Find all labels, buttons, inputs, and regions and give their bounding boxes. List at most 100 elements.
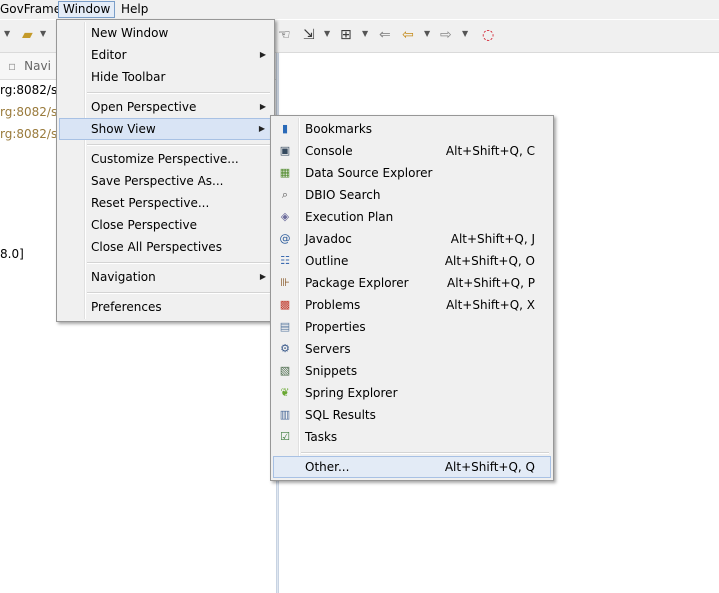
menu-item-hide-toolbar[interactable]: Hide Toolbar bbox=[59, 66, 272, 88]
submenu-arrow-icon: ▶ bbox=[259, 102, 266, 111]
menu-help[interactable]: Help bbox=[117, 1, 152, 18]
view-label: Other... bbox=[305, 460, 350, 474]
navigator-tab[interactable]: ▫ Navi bbox=[8, 59, 51, 73]
menu-separator bbox=[87, 144, 270, 146]
outline-icon: ☷ bbox=[280, 254, 290, 267]
view-package-explorer[interactable]: ⊪ Package Explorer Alt+Shift+Q, P bbox=[273, 272, 551, 294]
view-label: Problems bbox=[305, 298, 361, 312]
menu-item-label: Reset Perspective... bbox=[91, 196, 210, 210]
data-source-explorer-icon: ▦ bbox=[279, 166, 291, 179]
view-dbio-search[interactable]: ⌕ DBIO Search bbox=[273, 184, 551, 206]
window-menu: New Window Editor ▶ Hide Toolbar Open Per… bbox=[56, 19, 275, 322]
view-shortcut: Alt+Shift+Q, O bbox=[444, 254, 535, 268]
menu-item-navigation[interactable]: Navigation ▶ bbox=[59, 266, 272, 288]
view-label: Snippets bbox=[305, 364, 358, 378]
menu-item-label: New Window bbox=[91, 26, 169, 40]
left-pane-line: 8.0] bbox=[0, 247, 24, 261]
view-execution-plan[interactable]: ◈ Execution Plan bbox=[273, 206, 551, 228]
view-javadoc[interactable]: @ Javadoc Alt+Shift+Q, J bbox=[273, 228, 551, 250]
bookmarks-icon: ▮ bbox=[281, 122, 289, 135]
dropdown-arrow-icon[interactable]: ▼ bbox=[40, 29, 46, 38]
view-label: Properties bbox=[305, 320, 366, 334]
view-shortcut: Alt+Shift+Q, Q bbox=[444, 460, 535, 474]
back-arrow-icon[interactable]: ⇦ bbox=[402, 26, 414, 44]
menu-item-close-perspective[interactable]: Close Perspective bbox=[59, 214, 272, 236]
properties-icon: ▤ bbox=[279, 320, 291, 333]
menu-item-preferences[interactable]: Preferences bbox=[59, 296, 272, 318]
pin-icon[interactable]: ⊞ bbox=[340, 26, 352, 44]
menu-bar: GovFrame Window Help bbox=[0, 0, 719, 19]
view-shortcut: Alt+Shift+Q, J bbox=[450, 232, 535, 246]
dropdown-arrow-icon[interactable]: ▼ bbox=[424, 29, 430, 38]
menu-item-label: Close All Perspectives bbox=[91, 240, 222, 254]
menu-item-show-view[interactable]: Show View ▶ bbox=[59, 118, 272, 140]
submenu-arrow-icon: ▶ bbox=[259, 272, 266, 281]
execution-plan-icon: ◈ bbox=[280, 210, 290, 223]
loading-spinner-icon[interactable]: ◌ bbox=[482, 26, 494, 44]
menu-separator bbox=[87, 292, 270, 294]
view-sql-results[interactable]: ▥ SQL Results bbox=[273, 404, 551, 426]
view-console[interactable]: ▣ Console Alt+Shift+Q, C bbox=[273, 140, 551, 162]
dropdown-arrow-icon[interactable]: ▼ bbox=[462, 29, 468, 38]
search-icon: ⌕ bbox=[281, 188, 289, 201]
submenu-arrow-icon: ▶ bbox=[258, 124, 265, 133]
navigator-tab-label: Navi bbox=[24, 59, 51, 73]
menu-govframe[interactable]: GovFrame bbox=[0, 1, 65, 18]
menu-item-customize-perspective[interactable]: Customize Perspective... bbox=[59, 148, 272, 170]
view-properties[interactable]: ▤ Properties bbox=[273, 316, 551, 338]
view-label: Spring Explorer bbox=[305, 386, 398, 400]
menu-item-label: Save Perspective As... bbox=[91, 174, 224, 188]
view-shortcut: Alt+Shift+Q, P bbox=[447, 276, 535, 290]
view-label: Tasks bbox=[305, 430, 338, 444]
dropdown-arrow-icon[interactable]: ▼ bbox=[4, 29, 10, 38]
servers-icon: ⚙ bbox=[280, 342, 290, 355]
sql-results-icon: ▥ bbox=[279, 408, 291, 421]
show-view-submenu: ▮ Bookmarks ▣ Console Alt+Shift+Q, C ▦ Data … bbox=[270, 115, 554, 481]
forward-arrow-icon[interactable]: ⇨ bbox=[440, 26, 452, 44]
view-label: Javadoc bbox=[305, 232, 352, 246]
view-bookmarks[interactable]: ▮ Bookmarks bbox=[273, 118, 551, 140]
view-data-source-explorer[interactable]: ▦ Data Source Explorer bbox=[273, 162, 551, 184]
console-icon: ▣ bbox=[279, 144, 291, 157]
view-label: Console bbox=[305, 144, 353, 158]
view-spring-explorer[interactable]: ❦ Spring Explorer bbox=[273, 382, 551, 404]
menu-item-editor[interactable]: Editor ▶ bbox=[59, 44, 272, 66]
hand-cursor-icon[interactable]: ☜ bbox=[278, 26, 291, 44]
view-label: Package Explorer bbox=[305, 276, 409, 290]
menu-item-label: Open Perspective bbox=[91, 100, 197, 114]
menu-window[interactable]: Window bbox=[58, 1, 116, 18]
menu-separator bbox=[87, 92, 270, 94]
view-servers[interactable]: ⚙ Servers bbox=[273, 338, 551, 360]
menu-item-save-perspective-as[interactable]: Save Perspective As... bbox=[59, 170, 272, 192]
view-tasks[interactable]: ☑ Tasks bbox=[273, 426, 551, 448]
menu-item-reset-perspective[interactable]: Reset Perspective... bbox=[59, 192, 272, 214]
back-history-icon[interactable]: ⇐ bbox=[379, 26, 391, 44]
menu-separator bbox=[87, 262, 270, 264]
submenu-arrow-icon: ▶ bbox=[259, 50, 266, 59]
menu-item-new-window[interactable]: New Window bbox=[59, 22, 272, 44]
javadoc-icon: @ bbox=[279, 232, 291, 245]
view-problems[interactable]: ▩ Problems Alt+Shift+Q, X bbox=[273, 294, 551, 316]
dropdown-arrow-icon[interactable]: ▼ bbox=[362, 29, 368, 38]
view-label: Outline bbox=[305, 254, 349, 268]
view-label: Servers bbox=[305, 342, 351, 356]
menu-separator bbox=[301, 452, 549, 454]
menu-item-label: Customize Perspective... bbox=[91, 152, 239, 166]
menu-item-label: Navigation bbox=[91, 270, 156, 284]
view-snippets[interactable]: ▧ Snippets bbox=[273, 360, 551, 382]
dropdown-arrow-icon[interactable]: ▼ bbox=[324, 29, 330, 38]
navigator-icon: ▫ bbox=[8, 59, 17, 73]
menu-item-close-all-perspectives[interactable]: Close All Perspectives bbox=[59, 236, 272, 258]
view-label: Data Source Explorer bbox=[305, 166, 433, 180]
view-label: DBIO Search bbox=[305, 188, 381, 202]
menu-item-open-perspective[interactable]: Open Perspective ▶ bbox=[59, 96, 272, 118]
view-other[interactable]: Other... Alt+Shift+Q, Q bbox=[273, 456, 551, 478]
view-label: SQL Results bbox=[305, 408, 376, 422]
menu-item-label: Preferences bbox=[91, 300, 162, 314]
view-outline[interactable]: ☷ Outline Alt+Shift+Q, O bbox=[273, 250, 551, 272]
spring-explorer-icon: ❦ bbox=[280, 386, 290, 399]
step-icon[interactable]: ⇲ bbox=[303, 26, 315, 44]
open-folder-icon[interactable]: ▰ bbox=[22, 26, 33, 44]
snippets-icon: ▧ bbox=[279, 364, 291, 377]
view-shortcut: Alt+Shift+Q, X bbox=[446, 298, 535, 312]
